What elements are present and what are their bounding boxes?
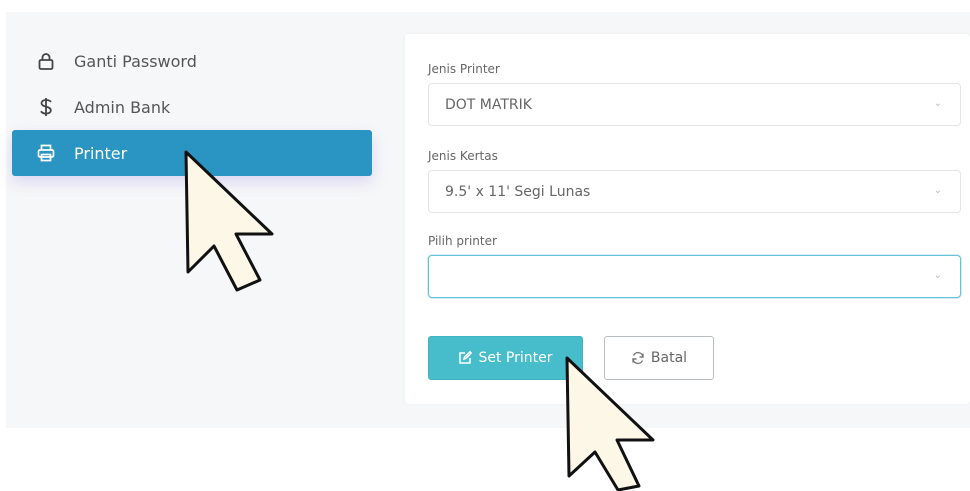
chevron-down-icon: ⌄ [933,98,942,109]
choose-printer-label: Pilih printer [428,234,497,248]
sidebar-item-label: Admin Bank [74,97,171,117]
set-printer-label: Set Printer [478,350,553,366]
paper-type-value: 9.5' x 11' Segi Lunas [445,183,591,200]
printer-type-select[interactable]: DOT MATRIK ⌄ [428,83,961,126]
printer-type-value: DOT MATRIK [445,96,532,113]
sidebar-item-label: Printer [74,143,128,163]
chevron-down-icon: ⌄ [933,185,942,196]
sidebar-item-ganti-password[interactable]: Ganti Password [12,38,372,84]
set-printer-button[interactable]: Set Printer [428,336,583,380]
printer-settings-form: Jenis Printer DOT MATRIK ⌄ Jenis Kertas … [405,34,970,404]
chevron-down-icon: ⌄ [933,270,942,281]
refresh-icon [631,351,645,365]
lock-icon [36,51,56,71]
sidebar-item-admin-bank[interactable]: Admin Bank [12,84,372,130]
cancel-label: Batal [650,350,688,366]
dollar-icon [36,97,56,117]
cancel-button[interactable]: Batal [604,336,714,380]
paper-type-select[interactable]: 9.5' x 11' Segi Lunas ⌄ [428,170,961,213]
paper-type-label: Jenis Kertas [428,149,498,163]
printer-icon [36,143,56,163]
edit-icon [458,351,473,365]
sidebar-item-label: Ganti Password [74,51,197,71]
sidebar-item-printer[interactable]: Printer [12,130,372,176]
printer-type-label: Jenis Printer [428,62,500,76]
choose-printer-select[interactable]: ⌄ [428,255,961,298]
